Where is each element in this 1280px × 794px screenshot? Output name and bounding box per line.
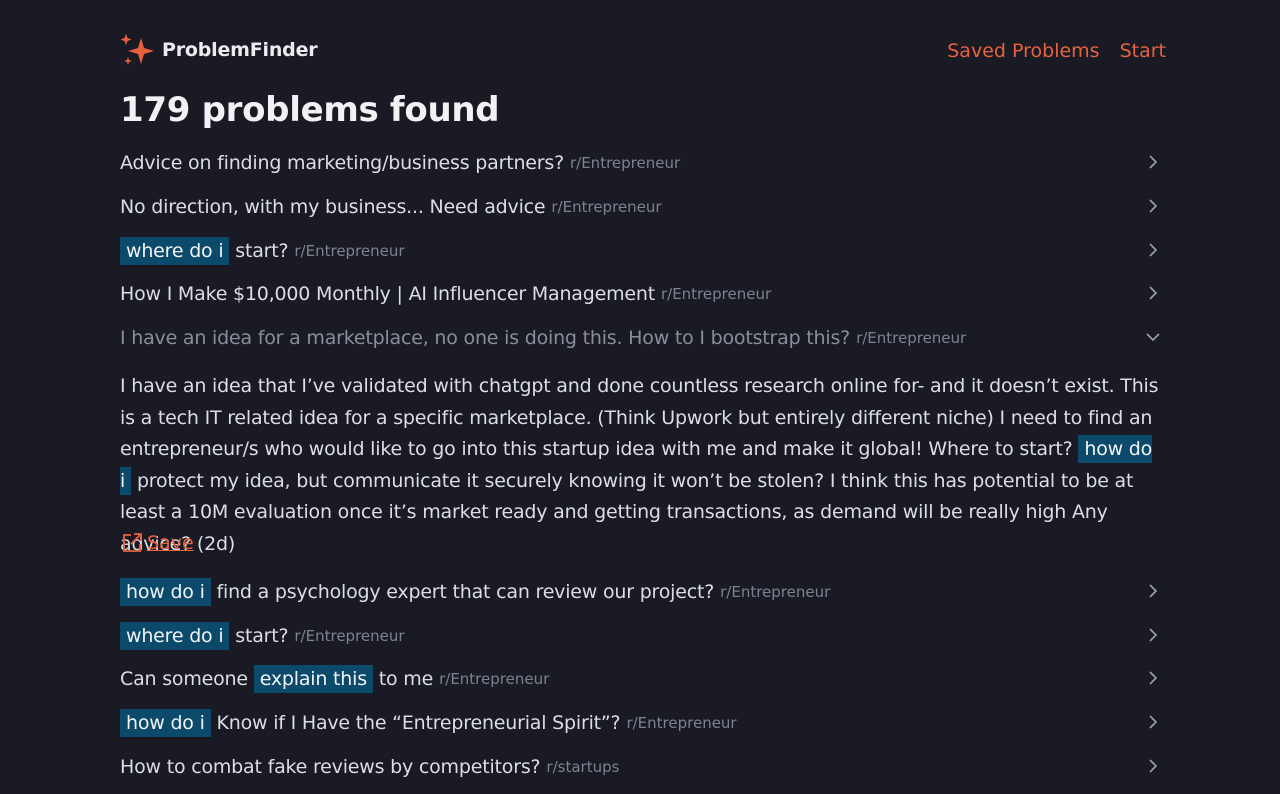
subreddit-label[interactable]: r/startups [546, 758, 619, 776]
chevron-right-icon [1149, 715, 1158, 729]
page: ProblemFinder Saved Problems Start 179 p… [120, 0, 1166, 778]
subreddit-label[interactable]: r/Entrepreneur [439, 670, 549, 688]
nav-start[interactable]: Start [1120, 40, 1166, 62]
keyword-highlight: explain this [253, 665, 373, 693]
external-link-icon [123, 533, 142, 552]
keyword-highlight: where do i [120, 622, 230, 650]
chevron-right-icon [1149, 199, 1158, 213]
problem-row-expanded[interactable]: I have an idea for a marketplace, no one… [120, 318, 1166, 358]
subreddit-label[interactable]: r/Entrepreneur [856, 329, 966, 347]
chevron-right-icon [1149, 286, 1158, 300]
problem-title-text: to me [378, 668, 434, 690]
subreddit-label[interactable]: r/Entrepreneur [294, 627, 404, 645]
chevron-right-icon [1149, 155, 1158, 169]
problem-title: where do i start? [120, 622, 289, 650]
chevron-right-icon [1149, 243, 1158, 257]
problem-row[interactable]: where do i start? r/Entrepreneur [120, 231, 1166, 271]
problem-title: No direction, with my business... Need a… [120, 196, 546, 218]
detail-text: I have an idea that I’ve validated with … [120, 375, 1159, 460]
problem-row[interactable]: How to combat fake reviews by competitor… [120, 747, 1166, 787]
problem-title: where do i start? [120, 237, 289, 265]
subreddit-label[interactable]: r/Entrepreneur [661, 285, 771, 303]
subreddit-label[interactable]: r/Entrepreneur [570, 154, 680, 172]
keyword-highlight: how do i [120, 709, 211, 737]
page-title: 179 problems found [120, 90, 500, 130]
problem-row[interactable]: how do i find a psychology expert that c… [120, 572, 1166, 612]
problem-title-text: start? [235, 240, 289, 262]
chevron-right-icon [1149, 759, 1158, 773]
top-nav: Saved Problems Start [947, 40, 1166, 62]
chevron-right-icon [1149, 671, 1158, 685]
problem-row[interactable]: where do i start? r/Entrepreneur [120, 616, 1166, 656]
sparkle-icon [120, 34, 154, 65]
brand-name: ProblemFinder [162, 39, 318, 61]
problem-title: how do i find a psychology expert that c… [120, 578, 715, 606]
problem-detail: I have an idea that I’ve validated with … [120, 371, 1166, 560]
nav-saved-problems[interactable]: Saved Problems [947, 40, 1099, 62]
problem-title: I have an idea for a marketplace, no one… [120, 327, 851, 349]
problem-title-text: Can someone [120, 668, 248, 690]
chevron-down-icon [1146, 333, 1160, 342]
problem-title-text: start? [235, 625, 289, 647]
subreddit-label[interactable]: r/Entrepreneur [294, 242, 404, 260]
problem-row[interactable]: Can someone explain this to me r/Entrepr… [120, 659, 1166, 699]
brand-logo[interactable]: ProblemFinder [120, 33, 318, 67]
subreddit-label[interactable]: r/Entrepreneur [720, 583, 830, 601]
problem-row[interactable]: Advice on finding marketing/business par… [120, 143, 1166, 183]
header: ProblemFinder Saved Problems Start [120, 0, 1166, 86]
problem-title-text: Know if I Have the “Entrepreneurial Spir… [216, 712, 621, 734]
keyword-highlight: how do i [120, 578, 211, 606]
problem-row[interactable]: How I Make $10,000 Monthly | AI Influenc… [120, 274, 1166, 314]
problem-title: How to combat fake reviews by competitor… [120, 756, 541, 778]
subreddit-label[interactable]: r/Entrepreneur [626, 714, 736, 732]
problem-title: how do i Know if I Have the “Entrepreneu… [120, 709, 621, 737]
problem-title: Can someone explain this to me [120, 665, 434, 693]
keyword-highlight: where do i [120, 237, 230, 265]
chevron-right-icon [1149, 628, 1158, 642]
problem-title: How I Make $10,000 Monthly | AI Influenc… [120, 283, 655, 305]
problem-title: Advice on finding marketing/business par… [120, 152, 564, 174]
save-link[interactable]: Save [120, 531, 194, 555]
problem-row[interactable]: how do i Know if I Have the “Entrepreneu… [120, 703, 1166, 743]
problem-row[interactable]: No direction, with my business... Need a… [120, 187, 1166, 227]
save-label: Save [147, 532, 194, 554]
chevron-right-icon [1149, 584, 1158, 598]
problem-title-text: find a psychology expert that can review… [216, 581, 715, 603]
subreddit-label[interactable]: r/Entrepreneur [551, 198, 661, 216]
detail-text: protect my idea, but communicate it secu… [120, 469, 1134, 555]
